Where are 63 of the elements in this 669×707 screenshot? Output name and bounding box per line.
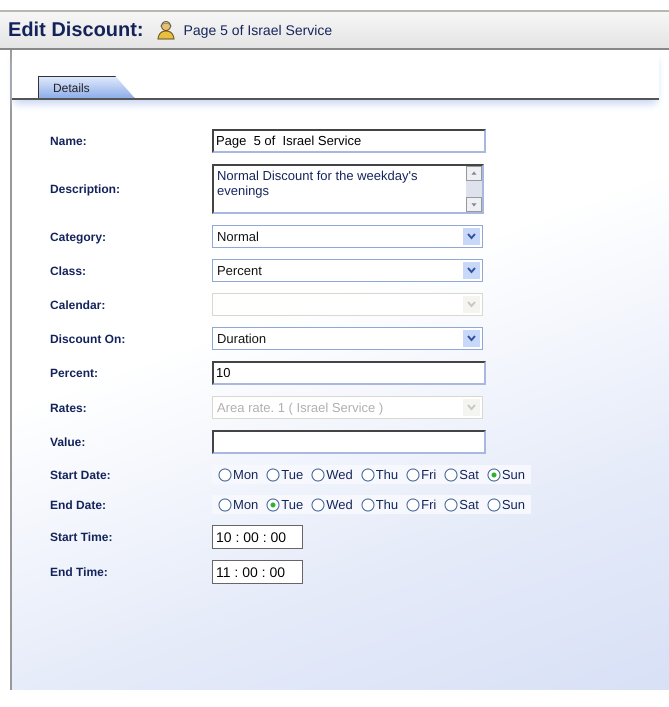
dropdown-field[interactable]: Percent bbox=[212, 259, 483, 282]
field-label: Start Date: bbox=[50, 468, 112, 482]
radio-button[interactable] bbox=[444, 498, 458, 512]
scroll-down-icon[interactable] bbox=[466, 197, 482, 212]
page-subtitle: Page 5 of Israel Service bbox=[184, 22, 332, 38]
radio-label: Mon bbox=[233, 497, 258, 512]
radio-button[interactable] bbox=[406, 468, 420, 482]
field-label: Description: bbox=[50, 182, 122, 196]
radio-label: Sat bbox=[459, 497, 479, 512]
field-label: Start Time: bbox=[50, 530, 114, 544]
input-field[interactable] bbox=[212, 430, 486, 454]
radio-button[interactable] bbox=[360, 468, 375, 482]
tab[interactable]: Details bbox=[38, 76, 135, 98]
radio-label: Wed bbox=[326, 467, 353, 482]
chevron-down-icon bbox=[463, 228, 480, 245]
radio-button[interactable] bbox=[311, 498, 326, 512]
scrollbar[interactable] bbox=[466, 166, 482, 212]
radio-label: Sun bbox=[502, 497, 525, 512]
field-label: Value: bbox=[50, 435, 86, 449]
radio-label: Tue bbox=[281, 467, 304, 482]
radio-label: Mon bbox=[233, 467, 258, 482]
field-label: Class: bbox=[50, 264, 88, 278]
radio-label: Fri bbox=[421, 497, 436, 512]
radio-button[interactable] bbox=[486, 498, 501, 512]
radio-label: Fri bbox=[421, 467, 436, 482]
field-label: Discount On: bbox=[50, 332, 126, 346]
field-label: Name: bbox=[50, 134, 88, 148]
radio-label: Sat bbox=[459, 467, 479, 482]
radio-label: Wed bbox=[326, 497, 353, 512]
radio-label: Sun bbox=[502, 467, 525, 482]
radio-label: Thu bbox=[376, 467, 398, 482]
radio-button[interactable] bbox=[444, 468, 458, 482]
radio-label: Thu bbox=[376, 497, 398, 512]
time-field[interactable]: 10 : 00 : 00 bbox=[212, 525, 303, 549]
chevron-down-icon bbox=[463, 399, 480, 416]
chevron-down-icon bbox=[463, 330, 480, 347]
page-title: Edit Discount: bbox=[8, 18, 144, 42]
field-label: Rates: bbox=[50, 400, 88, 414]
time-field[interactable]: 11 : 00 : 00 bbox=[212, 560, 303, 584]
radio-button[interactable] bbox=[360, 498, 375, 512]
radio-button[interactable] bbox=[218, 468, 232, 482]
radio-label: Tue bbox=[281, 497, 304, 512]
dropdown-field[interactable]: Normal bbox=[212, 225, 483, 248]
scroll-up-icon[interactable] bbox=[466, 166, 482, 181]
radio-button[interactable] bbox=[406, 498, 420, 512]
textarea-text: Normal Discount for the weekday's evenings bbox=[216, 167, 418, 200]
chevron-down-icon bbox=[463, 296, 480, 313]
radio-button[interactable] bbox=[218, 498, 232, 512]
textarea-field[interactable]: Normal Discount for the weekday's evenings bbox=[212, 164, 484, 214]
field-label: End Time: bbox=[50, 565, 109, 579]
field-label: Percent: bbox=[50, 366, 100, 380]
field-label: End Date: bbox=[50, 498, 108, 512]
radio-button[interactable] bbox=[266, 498, 280, 512]
field-label: Category: bbox=[50, 230, 108, 244]
field-label: Calendar: bbox=[50, 298, 106, 312]
chevron-down-icon bbox=[463, 262, 480, 279]
radio-button[interactable] bbox=[486, 468, 501, 482]
user-icon bbox=[156, 20, 176, 40]
input-field[interactable]: Page 5 of Israel Service bbox=[212, 129, 486, 153]
radio-button[interactable] bbox=[266, 468, 280, 482]
radio-button[interactable] bbox=[311, 468, 326, 482]
dropdown-field[interactable]: Duration bbox=[212, 327, 483, 350]
input-field[interactable]: 10 bbox=[212, 361, 486, 385]
